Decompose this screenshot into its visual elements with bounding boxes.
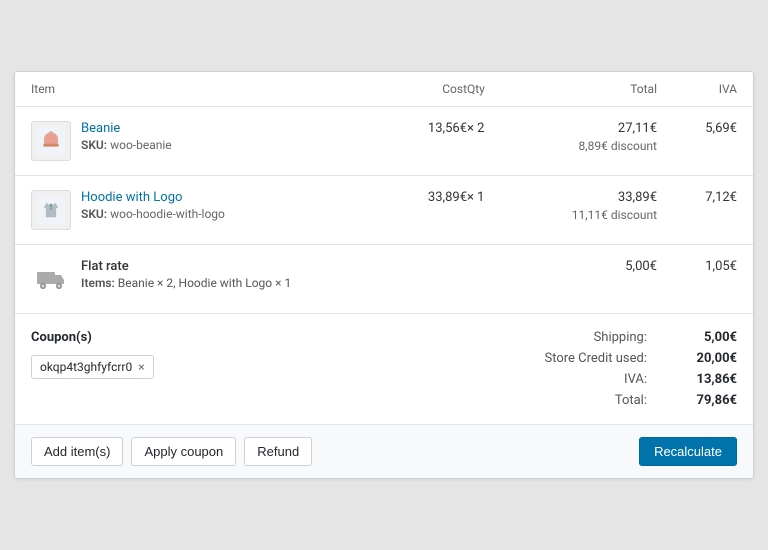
hoodie-cost: 33,89€ bbox=[377, 190, 467, 205]
item-thumbnail-hoodie bbox=[31, 190, 71, 230]
shipping-icon bbox=[31, 259, 71, 299]
bottom-section: Coupon(s) okqp4t3ghfyfcrr0 × Shipping: 5… bbox=[15, 314, 753, 425]
item-name-block-hoodie: Hoodie with Logo SKU: woo-hoodie-with-lo… bbox=[81, 190, 225, 221]
table-row: Beanie SKU: woo-beanie 13,56€ × 2 27,11€… bbox=[15, 107, 753, 176]
shipping-method-label: Flat rate bbox=[81, 259, 291, 274]
shipping-total: 5,00€ bbox=[527, 259, 657, 274]
totals-grand-row: Total: 79,86€ bbox=[394, 393, 737, 408]
shipping-items-text: Items: Beanie × 2, Hoodie with Logo × 1 bbox=[81, 276, 291, 290]
col-cost-header: Cost bbox=[377, 82, 467, 96]
col-total-header: Total bbox=[527, 82, 657, 96]
store-credit-label: Store Credit used: bbox=[517, 351, 647, 366]
hoodie-link[interactable]: Hoodie with Logo bbox=[81, 190, 182, 205]
beanie-total: 27,11€ 8,89€ discount bbox=[527, 121, 657, 153]
coupon-column: Coupon(s) okqp4t3ghfyfcrr0 × bbox=[31, 330, 374, 408]
recalculate-button[interactable]: Recalculate bbox=[639, 437, 737, 466]
beanie-discount: 8,89€ discount bbox=[579, 139, 658, 153]
table-header: Item Cost Qty Total IVA bbox=[15, 72, 753, 107]
coupon-code: okqp4t3ghfyfcrr0 bbox=[40, 360, 132, 374]
refund-button[interactable]: Refund bbox=[244, 437, 312, 466]
iva-total-value: 13,86€ bbox=[667, 372, 737, 387]
shipping-iva: 1,05€ bbox=[657, 259, 737, 274]
coupon-remove-button[interactable]: × bbox=[138, 361, 144, 373]
footer-bar: Add item(s) Apply coupon Refund Recalcul… bbox=[15, 425, 753, 478]
add-items-button[interactable]: Add item(s) bbox=[31, 437, 123, 466]
shipping-total-label: Shipping: bbox=[517, 330, 647, 345]
store-credit-value: 20,00€ bbox=[667, 351, 737, 366]
iva-total-label: IVA: bbox=[517, 372, 647, 387]
hoodie-iva: 7,12€ bbox=[657, 190, 737, 205]
item-info-beanie: Beanie SKU: woo-beanie bbox=[31, 121, 377, 161]
hoodie-qty: × 1 bbox=[467, 190, 527, 205]
order-panel: Item Cost Qty Total IVA Beanie SKU: bbox=[14, 71, 754, 479]
beanie-sku: SKU: woo-beanie bbox=[81, 138, 172, 152]
hoodie-sku: SKU: woo-hoodie-with-logo bbox=[81, 207, 225, 221]
col-qty-header: Qty bbox=[467, 82, 527, 96]
beanie-qty: × 2 bbox=[467, 121, 527, 136]
beanie-link[interactable]: Beanie bbox=[81, 121, 120, 136]
hoodie-total: 33,89€ 11,11€ discount bbox=[527, 190, 657, 222]
beanie-iva: 5,69€ bbox=[657, 121, 737, 136]
hoodie-discount: 11,11€ discount bbox=[572, 208, 657, 222]
shipping-row: Flat rate Items: Beanie × 2, Hoodie with… bbox=[15, 245, 753, 314]
shipping-info: Flat rate Items: Beanie × 2, Hoodie with… bbox=[31, 259, 377, 299]
totals-shipping-row: Shipping: 5,00€ bbox=[394, 330, 737, 345]
coupons-title: Coupon(s) bbox=[31, 330, 374, 345]
col-iva-header: IVA bbox=[657, 82, 737, 96]
item-name-block-beanie: Beanie SKU: woo-beanie bbox=[81, 121, 172, 152]
grand-total-value: 79,86€ bbox=[667, 393, 737, 408]
coupon-tag: okqp4t3ghfyfcrr0 × bbox=[31, 355, 154, 379]
totals-storecredit-row: Store Credit used: 20,00€ bbox=[394, 351, 737, 366]
apply-coupon-button[interactable]: Apply coupon bbox=[131, 437, 236, 466]
beanie-cost: 13,56€ bbox=[377, 121, 467, 136]
footer-left-buttons: Add item(s) Apply coupon Refund bbox=[31, 437, 312, 466]
totals-iva-row: IVA: 13,86€ bbox=[394, 372, 737, 387]
shipping-total-value: 5,00€ bbox=[667, 330, 737, 345]
item-thumbnail-beanie bbox=[31, 121, 71, 161]
grand-total-label: Total: bbox=[517, 393, 647, 408]
table-row: Hoodie with Logo SKU: woo-hoodie-with-lo… bbox=[15, 176, 753, 245]
col-item-header: Item bbox=[31, 82, 377, 96]
item-info-hoodie: Hoodie with Logo SKU: woo-hoodie-with-lo… bbox=[31, 190, 377, 230]
totals-column: Shipping: 5,00€ Store Credit used: 20,00… bbox=[394, 330, 737, 408]
shipping-label-block: Flat rate Items: Beanie × 2, Hoodie with… bbox=[81, 259, 291, 290]
